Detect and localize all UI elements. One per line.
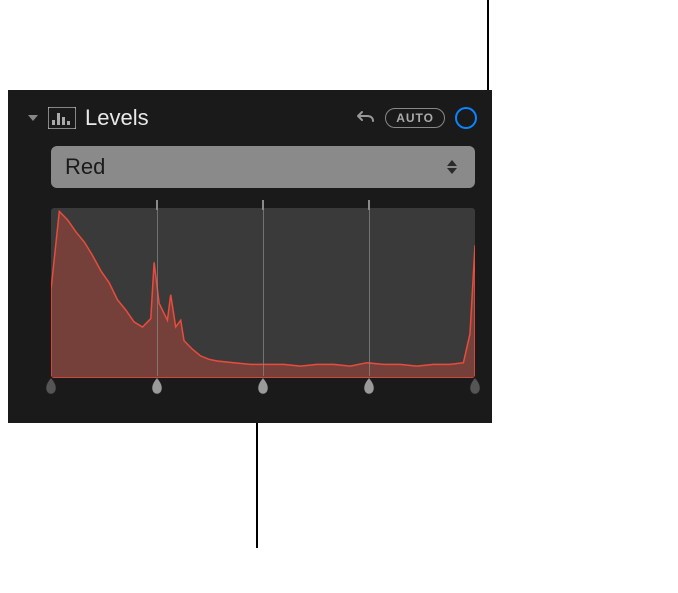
- enable-toggle[interactable]: [455, 107, 477, 129]
- disclosure-triangle[interactable]: [23, 108, 43, 128]
- undo-button[interactable]: [355, 107, 377, 129]
- callout-line-bottom: [256, 413, 258, 548]
- levels-handle-4[interactable]: [468, 377, 482, 395]
- panel-header: Levels AUTO: [23, 100, 477, 136]
- levels-handle-1[interactable]: [150, 377, 164, 395]
- gridline: [157, 210, 158, 376]
- levels-handle-2[interactable]: [256, 377, 270, 395]
- auto-button[interactable]: AUTO: [385, 108, 445, 128]
- channel-popup[interactable]: Red: [51, 146, 475, 188]
- levels-handle-0[interactable]: [44, 377, 58, 395]
- levels-handle-3[interactable]: [362, 377, 376, 395]
- histogram-area: [51, 200, 475, 390]
- stepper-icon: [443, 159, 461, 175]
- gridline: [263, 210, 264, 376]
- levels-icon: [47, 105, 77, 131]
- gridline-notch: [368, 200, 370, 210]
- channel-popup-label: Red: [65, 154, 443, 180]
- chevron-down-icon: [26, 111, 40, 125]
- gridline: [369, 210, 370, 376]
- gridline-notch: [156, 200, 158, 210]
- levels-panel: Levels AUTO Red: [8, 90, 492, 423]
- undo-icon: [356, 108, 376, 128]
- gridline-notch: [262, 200, 264, 210]
- panel-title: Levels: [85, 105, 355, 131]
